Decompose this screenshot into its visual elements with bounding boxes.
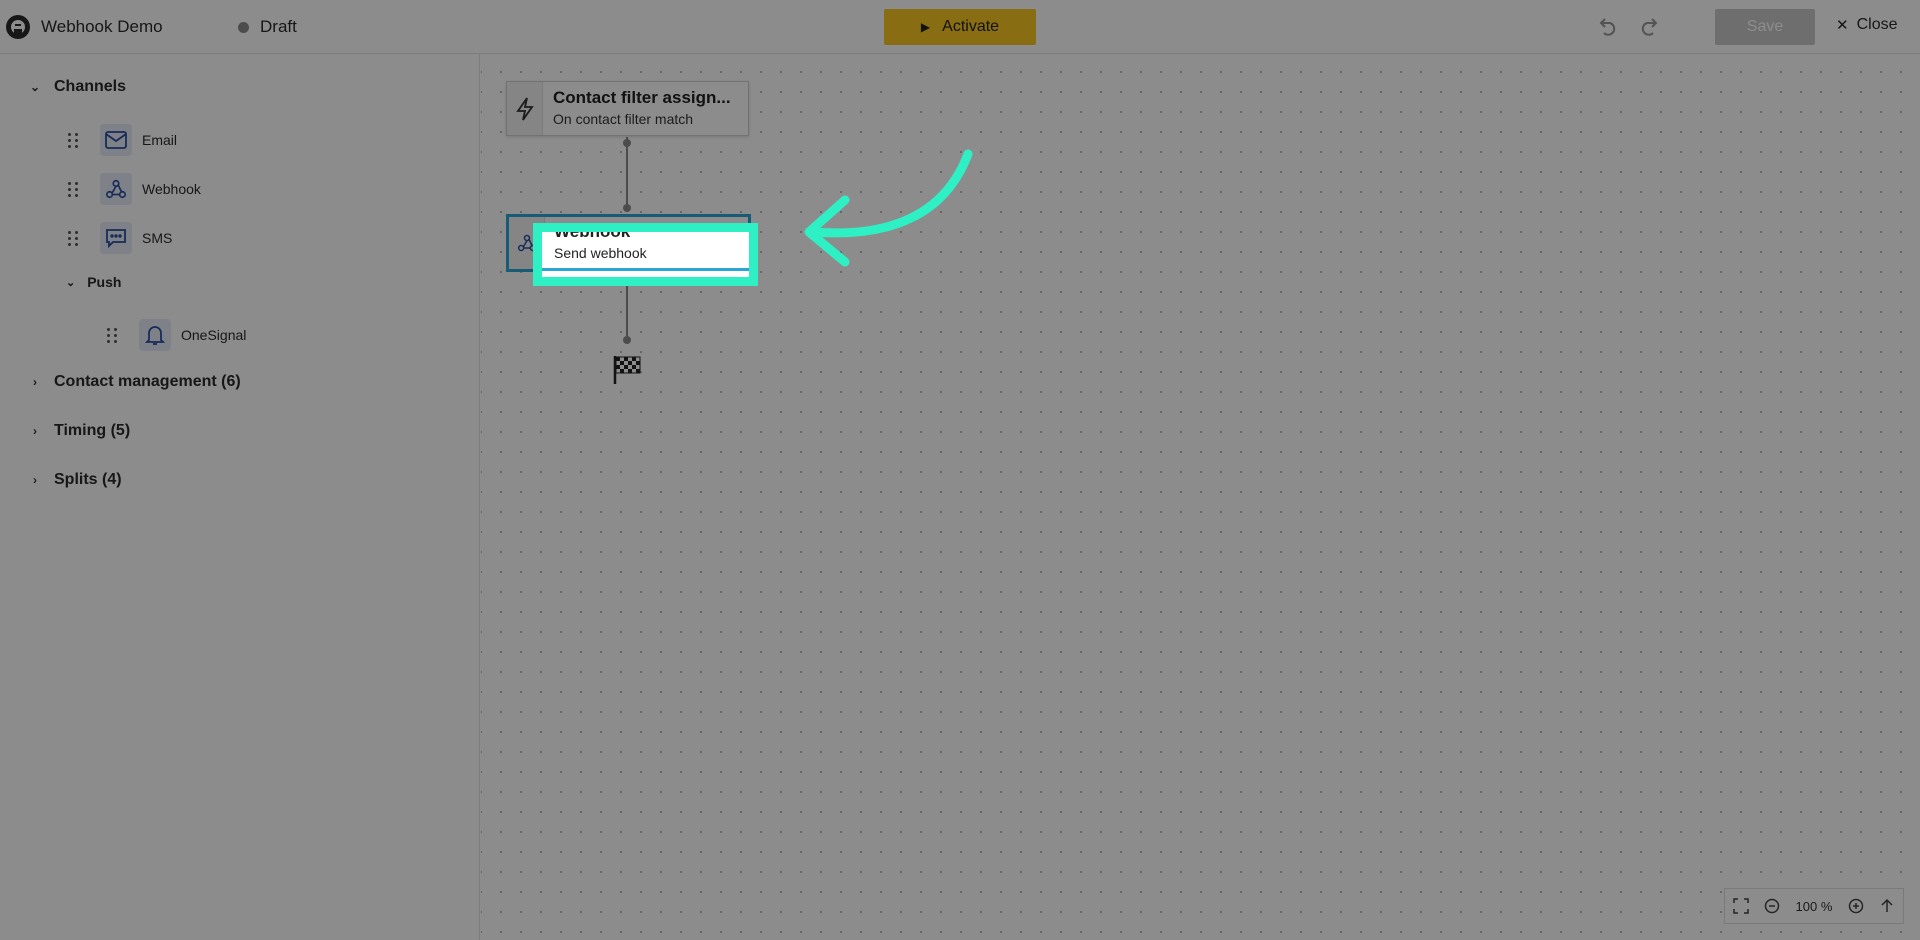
sidebar-item-email[interactable]: Email	[68, 124, 177, 156]
drag-handle-icon[interactable]	[68, 132, 78, 148]
trigger-node[interactable]: Contact filter assign... On contact filt…	[506, 81, 749, 136]
category-timing[interactable]: › Timing (5)	[28, 422, 130, 440]
sidebar-item-sms[interactable]: SMS	[68, 222, 172, 254]
drag-handle-icon[interactable]	[68, 181, 78, 197]
category-label: Contact management (6)	[54, 373, 241, 390]
status-dot-icon	[238, 21, 249, 33]
zoom-in-icon[interactable]	[1848, 898, 1864, 914]
chevron-down-icon: ⌄	[66, 276, 76, 289]
sidebar: ⌄ Channels Email Webhook SMS ⌄ Push OneS…	[0, 54, 480, 940]
activate-label: Activate	[942, 18, 1000, 35]
node-subtitle: On contact filter match	[553, 111, 694, 127]
webhook-icon	[100, 173, 132, 205]
undo-icon[interactable]	[1596, 14, 1620, 38]
sms-icon	[100, 222, 132, 254]
zoom-out-icon[interactable]	[1764, 898, 1780, 914]
item-label: Email	[142, 132, 178, 148]
close-label: Close	[1856, 16, 1898, 33]
fit-view-icon[interactable]	[1732, 898, 1749, 914]
save-button[interactable]: Save	[1715, 9, 1815, 45]
status-label: Draft	[260, 17, 297, 36]
category-label: Channels	[54, 78, 127, 95]
activate-button[interactable]: ▶ Activate	[884, 9, 1036, 45]
item-label: Webhook	[142, 181, 201, 197]
highlighted-webhook-node[interactable]: Webhook Send webhook	[542, 232, 749, 277]
chevron-down-icon: ⌄	[29, 80, 41, 94]
drag-handle-icon[interactable]	[107, 327, 117, 343]
category-channels[interactable]: ⌄ Channels	[28, 78, 126, 96]
close-button[interactable]: ✕ Close	[1836, 16, 1897, 34]
play-icon: ▶	[920, 20, 931, 34]
app-logo-icon[interactable]	[4, 13, 32, 41]
category-push[interactable]: ⌄ Push	[66, 274, 121, 290]
close-icon: ✕	[1836, 17, 1849, 34]
chevron-right-icon: ›	[33, 473, 37, 487]
workflow-canvas[interactable]	[481, 54, 1920, 940]
campaign-title[interactable]: Webhook Demo	[41, 17, 163, 37]
redo-icon[interactable]	[1637, 14, 1661, 38]
chevron-right-icon: ›	[33, 375, 37, 389]
top-bar: Webhook Demo Draft ▶ Activate Save ✕ Clo…	[0, 0, 1920, 54]
category-splits[interactable]: › Splits (4)	[28, 471, 122, 489]
node-title: Webhook	[554, 223, 631, 241]
selected-border	[542, 268, 749, 271]
item-label: SMS	[142, 230, 173, 246]
category-label: Push	[87, 274, 122, 290]
item-label: OneSignal	[181, 327, 247, 343]
node-title: Contact filter assign...	[553, 88, 731, 107]
node-subtitle: Send webhook	[554, 245, 647, 261]
sidebar-item-webhook[interactable]: Webhook	[68, 173, 201, 205]
lightning-icon	[507, 82, 543, 135]
bell-icon	[139, 319, 171, 351]
highlight-box[interactable]: Webhook Send webhook	[533, 223, 758, 286]
category-label: Splits (4)	[54, 471, 122, 488]
drag-handle-icon[interactable]	[68, 230, 78, 246]
status-badge: Draft	[238, 17, 297, 37]
pointer-arrow-icon	[804, 149, 973, 267]
chevron-right-icon: ›	[33, 424, 37, 438]
finish-flag-icon	[613, 356, 641, 384]
zoom-level: 100 %	[1795, 898, 1833, 914]
category-contact-management[interactable]: › Contact management (6)	[28, 373, 241, 391]
category-label: Timing (5)	[54, 422, 131, 439]
sidebar-item-onesignal[interactable]: OneSignal	[107, 319, 246, 351]
zoom-toolbar: 100 %	[1724, 888, 1904, 924]
mail-icon	[100, 124, 132, 156]
arrow-up-icon[interactable]	[1879, 898, 1895, 914]
